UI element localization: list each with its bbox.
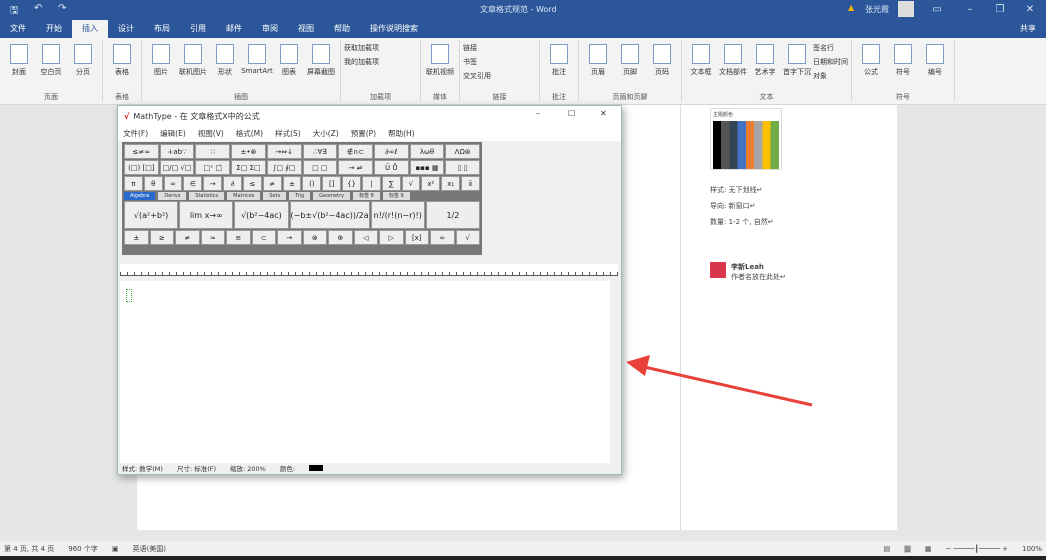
status-bar: 第 4 页, 共 4 页 960 个字 ▣ 英语(美国) ▤ ▥ ▦ − ───… <box>0 541 1046 556</box>
language[interactable]: 英语(美国) <box>132 544 165 554</box>
zoom-slider[interactable]: − ─────┃───── + <box>945 545 1008 553</box>
taskbar <box>0 556 1046 560</box>
print-layout-icon[interactable]: ▥ <box>904 544 911 553</box>
web-layout-icon[interactable]: ▦ <box>925 545 932 553</box>
proofing-icon[interactable]: ▣ <box>112 545 119 553</box>
page-count[interactable]: 第 4 页, 共 4 页 <box>4 544 54 554</box>
red-arrow-annotation <box>626 355 813 407</box>
zoom-level[interactable]: 100% <box>1022 545 1042 553</box>
read-mode-icon[interactable]: ▤ <box>884 545 891 553</box>
word-count[interactable]: 960 个字 <box>68 544 98 554</box>
